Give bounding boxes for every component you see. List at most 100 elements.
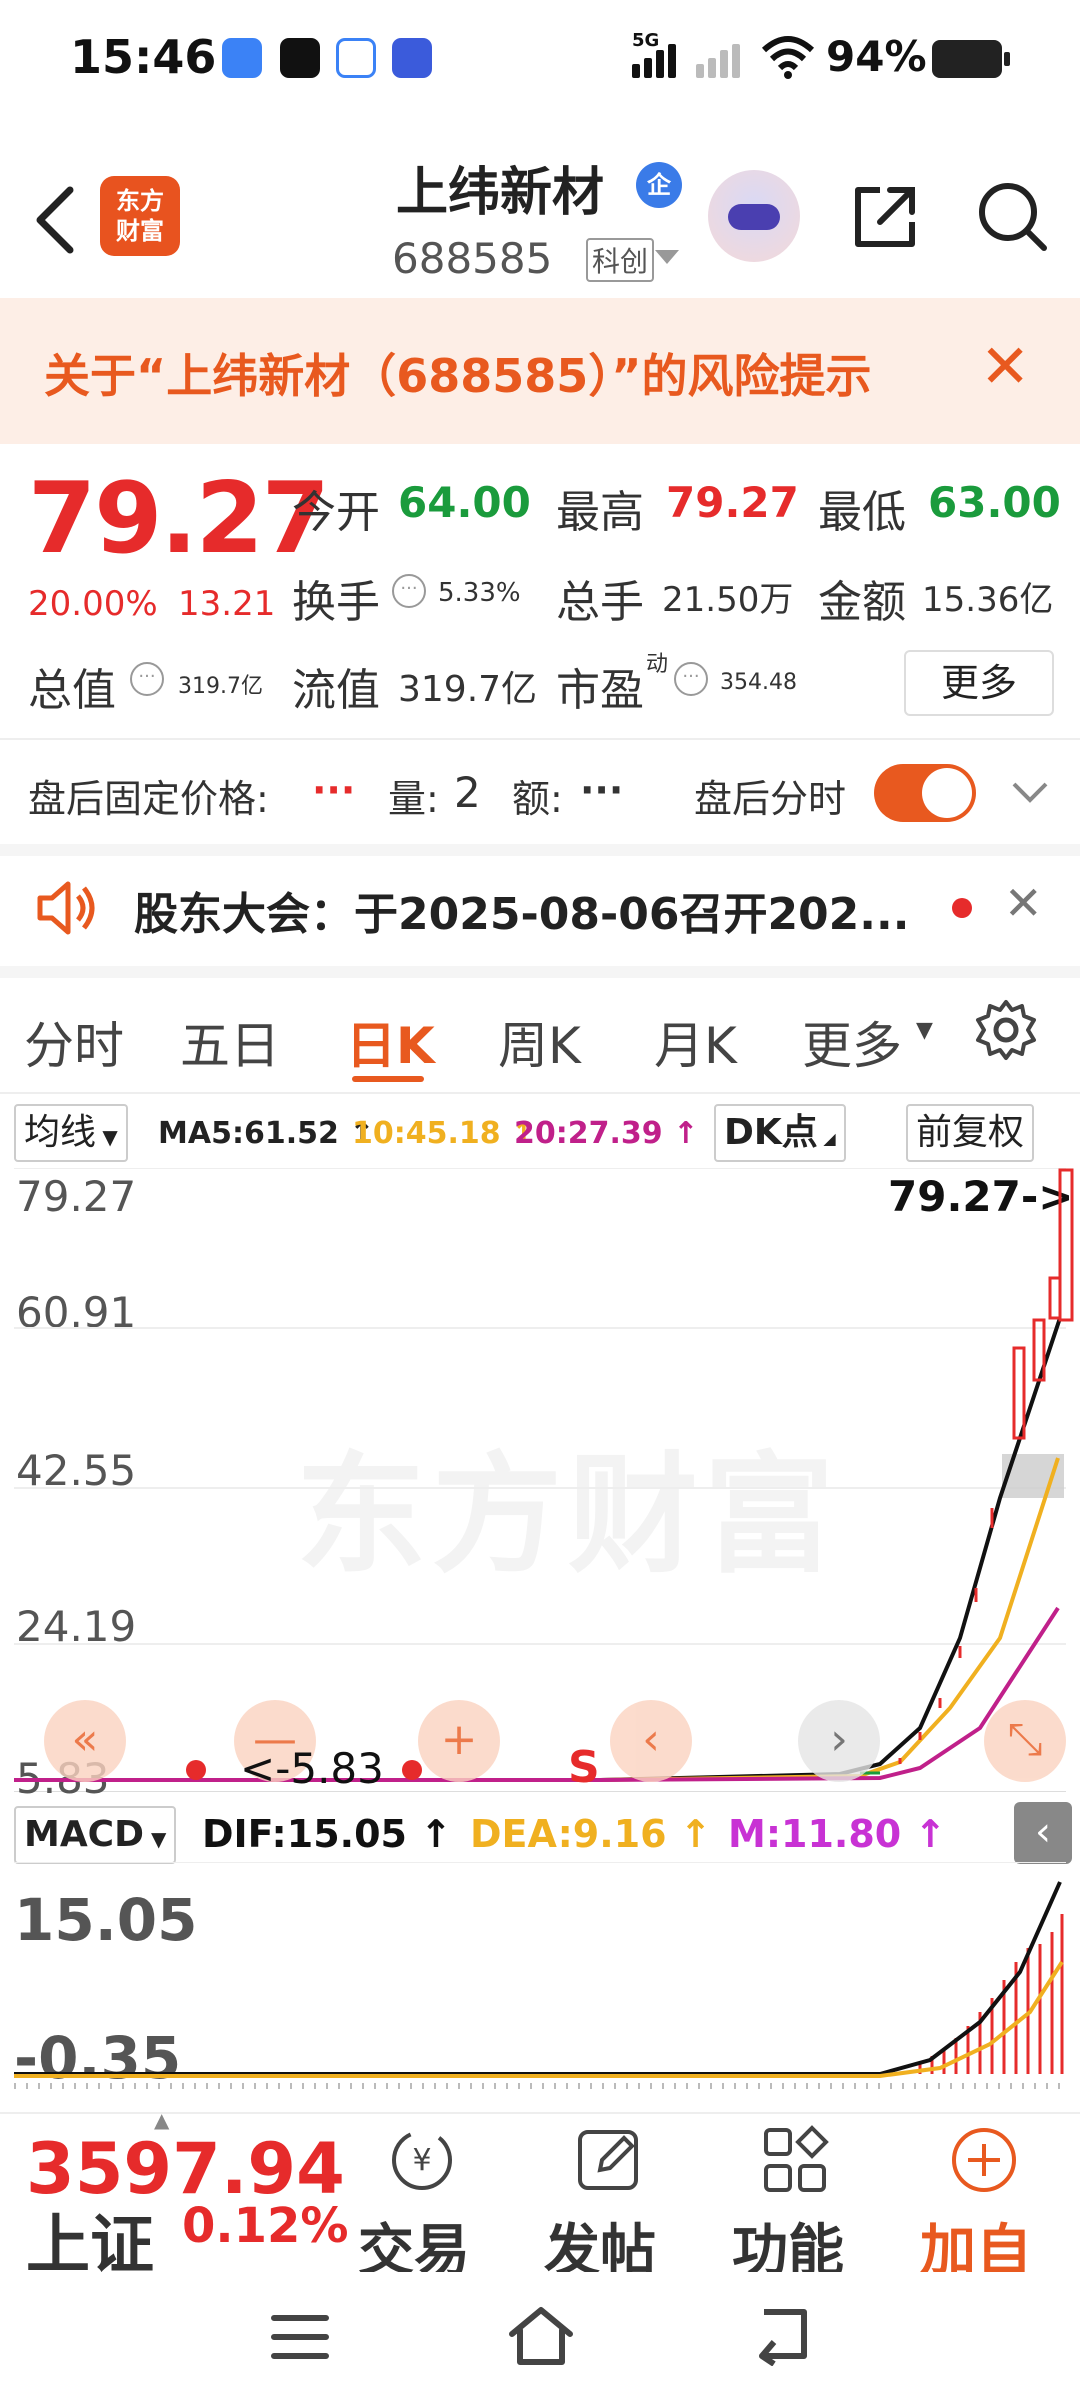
function-icon[interactable]: [760, 2124, 832, 2196]
back-icon[interactable]: [750, 2306, 814, 2366]
caret-down-icon: ▼: [916, 1018, 933, 1043]
amount-value: 15.36亿: [922, 580, 1054, 620]
info-icon[interactable]: ···: [130, 662, 164, 696]
divider: [0, 966, 1080, 978]
after-hours-amount-label: 额:: [512, 777, 563, 821]
low-marker: <-5.83: [240, 1744, 384, 1793]
dk-point-button[interactable]: DK点 ◢: [714, 1104, 846, 1162]
next-icon[interactable]: ›: [798, 1700, 880, 1782]
current-price: 79.27: [28, 462, 330, 576]
notice-text[interactable]: 股东大会：于2025-08-06召开202...: [134, 878, 909, 942]
ma5-value: MA5:61.52 ↑: [158, 1116, 375, 1151]
speaker-icon: [37, 881, 95, 935]
signal-icon: [632, 44, 676, 78]
pe-value: 354.48: [720, 670, 797, 695]
post-icon[interactable]: [574, 2124, 646, 2196]
after-hours-toggle[interactable]: [874, 764, 976, 822]
after-hours-volume-label: 量:: [388, 777, 439, 821]
settings-icon[interactable]: [974, 998, 1038, 1062]
signal-icon: [696, 44, 740, 78]
change-amount: 13.21: [178, 584, 276, 624]
event-dot: [186, 1760, 206, 1780]
more-button[interactable]: 更多: [904, 650, 1054, 716]
ma20-value: 20:27.39 ↑: [514, 1116, 699, 1151]
stock-code: 688585: [392, 234, 553, 283]
high-label: 最高: [556, 487, 644, 538]
tab-daily-k[interactable]: 日K: [346, 1006, 435, 1078]
open-value: 64.00: [398, 478, 531, 527]
float-label: 流值: [292, 665, 380, 716]
macd-selector[interactable]: MACD ▼: [14, 1806, 177, 1864]
ai-assistant-icon[interactable]: [708, 170, 800, 262]
pe-label: 市盈: [556, 665, 644, 716]
low-label: 最低: [818, 487, 906, 538]
active-tab-indicator: [352, 1076, 424, 1082]
stock-name: 上纬新材: [396, 163, 605, 223]
vivo-icon: [392, 38, 432, 78]
divider: [0, 844, 1080, 856]
prev-icon[interactable]: ‹: [610, 1700, 692, 1782]
rewind-icon[interactable]: «: [44, 1700, 126, 1782]
float-value: 319.7亿: [398, 669, 538, 710]
home-icon[interactable]: [506, 2304, 576, 2368]
adjust-selector[interactable]: 前复权: [906, 1104, 1035, 1162]
macd-plot: [14, 1862, 1066, 2089]
after-hours-amount-value: ···: [580, 768, 624, 812]
turnover-label: 换手: [292, 577, 380, 628]
dea-value: DEA:9.16 ↑: [470, 1812, 712, 1856]
volume-value: 21.50万: [662, 580, 794, 620]
add-watchlist-icon[interactable]: [948, 2124, 1020, 2196]
search-icon[interactable]: [974, 178, 1050, 254]
mktcap-value: 319.7亿: [178, 674, 263, 699]
divider: [0, 738, 1080, 740]
tab-monthly-k[interactable]: 月K: [654, 1006, 737, 1078]
close-icon[interactable]: ✕: [1004, 876, 1043, 930]
status-bar: 15:46 5G 94%: [0, 0, 1080, 120]
risk-warning-text[interactable]: 关于“上纬新材（688585）”的风险提示: [44, 340, 872, 406]
index-change[interactable]: 0.12%: [182, 2198, 349, 2254]
share-icon[interactable]: [850, 182, 920, 252]
wifi-icon: [761, 36, 815, 79]
tiktok-icon: [280, 38, 320, 78]
close-icon[interactable]: ✕: [980, 332, 1030, 402]
tab-weekly-k[interactable]: 周K: [498, 1006, 581, 1078]
collapse-icon[interactable]: ‹: [1014, 1802, 1072, 1864]
app-notification-icon: [222, 38, 262, 78]
back-arrow-icon[interactable]: [26, 180, 86, 260]
open-label: 今开: [292, 487, 380, 538]
app-notification-icon: [336, 38, 376, 78]
info-icon[interactable]: ···: [392, 574, 426, 608]
zoom-in-icon[interactable]: +: [418, 1700, 500, 1782]
menu-icon[interactable]: [270, 2312, 330, 2362]
fullscreen-icon[interactable]: ⤡: [984, 1700, 1066, 1782]
tab-more[interactable]: 更多: [802, 1006, 902, 1078]
app-logo: 东方 财富: [100, 176, 180, 256]
mktcap-label: 总值: [28, 665, 116, 716]
after-hours-price-value: ···: [312, 768, 356, 812]
tab-timeshare[interactable]: 分时: [24, 1006, 124, 1078]
change-percent: 20.00%: [28, 584, 158, 624]
divider: [0, 1092, 1080, 1094]
board-selector[interactable]: 科创: [586, 238, 655, 282]
dif-value: DIF:15.05 ↑: [202, 1812, 453, 1856]
chevron-down-icon[interactable]: [1010, 780, 1050, 806]
verified-badge-icon: 企: [636, 162, 682, 208]
indicator-selector[interactable]: 均线 ▼: [14, 1104, 128, 1162]
event-dot: [402, 1760, 422, 1780]
status-time: 15:46: [70, 30, 217, 84]
pe-superscript: 动: [646, 652, 669, 677]
risk-warning-banner[interactable]: 关于“上纬新材（688585）”的风险提示 ✕: [0, 298, 1080, 444]
high-value: 79.27: [666, 478, 799, 527]
tab-five-day[interactable]: 五日: [180, 1006, 280, 1078]
m-value: M:11.80 ↑: [728, 1812, 947, 1856]
sell-marker: S: [568, 1742, 600, 1793]
kline-plot: [14, 1168, 1074, 1782]
trade-icon[interactable]: ¥: [386, 2124, 458, 2196]
after-hours-timeshare-label: 盘后分时: [694, 777, 847, 821]
unread-dot: [952, 898, 972, 918]
low-value: 63.00: [928, 478, 1061, 527]
chevron-down-icon: [655, 250, 679, 264]
svg-text:¥: ¥: [412, 2143, 431, 2178]
volume-label: 总手: [556, 577, 644, 628]
info-icon[interactable]: ···: [674, 662, 708, 696]
